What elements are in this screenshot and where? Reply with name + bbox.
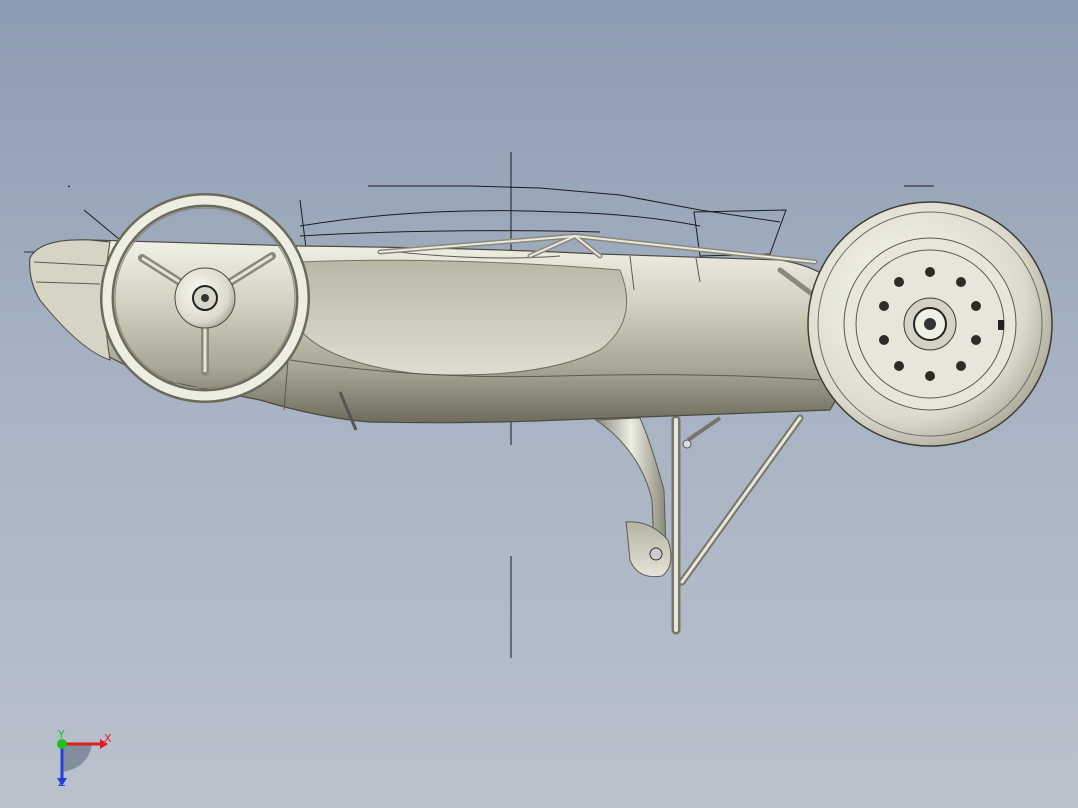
fuselage	[24, 239, 854, 431]
y-axis-label: Y	[58, 728, 65, 741]
x-axis-label: X	[104, 732, 112, 745]
landing-gear	[594, 414, 804, 635]
main-wheel	[807, 201, 1053, 447]
aircraft-model[interactable]	[0, 0, 1078, 808]
graphics-viewport[interactable]: X Y Z	[0, 0, 1078, 808]
z-axis-label: Z	[58, 776, 66, 789]
triad-shadow	[62, 744, 92, 772]
